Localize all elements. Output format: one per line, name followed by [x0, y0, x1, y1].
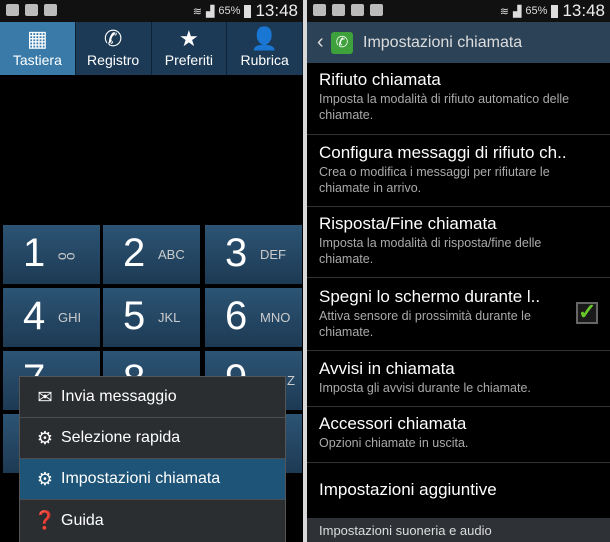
status-bar: ≋ ▟ 65% 13:48 [0, 0, 303, 22]
key-digit: 5 [123, 294, 146, 338]
setting-title: Impostazioni aggiuntive [319, 480, 497, 499]
setting-accessori[interactable]: Accessori chiamata Opzioni chiamate in us… [307, 408, 610, 463]
action-bar: ‹ ✆ Impostazioni chiamata [307, 22, 610, 63]
task-notification-icon [370, 4, 383, 16]
key-1[interactable]: 1 ᴑᴑ [3, 225, 100, 284]
tab-label: Rubrica [240, 52, 289, 68]
key-letters: JKL [158, 310, 181, 325]
key-digit: 2 [123, 231, 146, 275]
setting-subtitle: Attiva sensore di prossimità durante le … [319, 309, 531, 339]
flipboard-notification-icon [351, 4, 364, 16]
battery-icon [244, 4, 252, 18]
setting-subtitle: Crea o modifica i messaggi per rifiutare… [319, 165, 550, 195]
setting-title: Configura messaggi di rifiuto ch.. [319, 143, 567, 162]
contact-icon: 👤 [250, 26, 279, 51]
setting-subtitle: Imposta gli avvisi durante le chiamate. [319, 381, 531, 395]
menu-label: Guida [61, 511, 104, 529]
tab-registro[interactable]: ✆ Registro [76, 22, 152, 75]
call-settings-screen: ≋ ▟ 65% 13:48 ‹ ✆ Impostazioni chiamata Rif… [307, 0, 610, 542]
status-bar: ≋ ▟ 65% 13:48 [307, 0, 610, 22]
setting-title: Spegni lo schermo durante l.. [319, 287, 541, 306]
menu-item-guida[interactable]: ❓ Guida [20, 500, 285, 541]
clock: 13:48 [255, 1, 298, 20]
setting-title: Rifiuto chiamata [319, 70, 441, 89]
tab-label: Registro [87, 52, 140, 68]
proximity-checkbox[interactable]: ✓ [576, 301, 598, 324]
setting-title: Accessori chiamata [319, 414, 467, 433]
task-notification-icon [44, 4, 57, 16]
setting-rifiuto-chiamata[interactable]: Rifiuto chiamata Imposta la modalità di r… [307, 63, 610, 135]
menu-item-invia-messaggio[interactable]: ✉ Invia messaggio [20, 377, 285, 418]
setting-avvisi[interactable]: Avvisi in chiamata Imposta gli avvisi dur… [307, 352, 610, 407]
voicemail-icon: ᴑᴑ [58, 247, 76, 263]
menu-label: Invia messaggio [61, 388, 177, 405]
wifi-icon: ≋ [192, 5, 202, 18]
battery-percent: 65% [218, 5, 241, 17]
options-menu: ✉ Invia messaggio ⚙ Selezione rapida ⚙ Impo… [19, 376, 286, 542]
key-2[interactable]: 2 ABC [103, 225, 200, 284]
help-icon: ❓ [33, 510, 57, 530]
youtube-notification-icon [313, 4, 326, 16]
key-6[interactable]: 6 MNO [205, 288, 302, 347]
key-letters: MNO [260, 310, 291, 325]
signal-icon: ▟ [205, 5, 215, 18]
setting-spegni-schermo[interactable]: Spegni lo schermo durante l.. Attiva sens… [307, 280, 610, 351]
key-4[interactable]: 4 GHI [3, 288, 100, 347]
menu-item-impostazioni-chiamata[interactable]: ⚙ Impostazioni chiamata [20, 459, 285, 500]
call-log-icon: ✆ [103, 26, 123, 51]
menu-item-selezione-rapida[interactable]: ⚙ Selezione rapida [20, 418, 285, 459]
battery-percent: 65% [525, 5, 548, 17]
key-letters: GHI [58, 310, 82, 325]
dialer-screen: ≋ ▟ 65% 13:48 ▦ Tastiera ✆ Registro ★ Preferit… [0, 0, 303, 542]
star-icon: ★ [179, 26, 199, 51]
gallery-notification-icon [332, 4, 345, 16]
key-5[interactable]: 5 JKL [103, 288, 200, 347]
clock: 13:48 [562, 1, 605, 20]
key-digit: 3 [225, 231, 248, 275]
key-letters: DEF [260, 247, 286, 262]
key-digit: 6 [225, 294, 248, 338]
setting-title: Risposta/Fine chiamata [319, 214, 497, 233]
page-title: Impostazioni chiamata [363, 33, 523, 51]
setting-subtitle: Imposta la modalità di risposta/fine del… [319, 236, 542, 266]
battery-icon [551, 4, 559, 18]
speed-dial-icon: ⚙ [36, 427, 54, 448]
tab-label: Tastiera [12, 52, 62, 68]
flipboard-notification-icon [25, 4, 38, 16]
setting-title: Avvisi in chiamata [319, 359, 455, 378]
youtube-notification-icon [6, 4, 19, 16]
back-icon[interactable]: ‹ [317, 31, 331, 54]
key-letters: ABC [158, 247, 185, 262]
menu-label: Impostazioni chiamata [61, 470, 221, 487]
phone-app-icon: ✆ [331, 31, 353, 54]
key-3[interactable]: 3 DEF [205, 225, 302, 284]
send-message-icon: ✉ [37, 386, 53, 407]
tab-rubrica[interactable]: 👤 Rubrica [227, 22, 303, 75]
section-header: Impostazioni suoneria e audio [307, 518, 610, 542]
keypad-icon: ▦ [26, 26, 48, 51]
tab-label: Preferiti [164, 52, 213, 68]
gear-icon: ⚙ [36, 468, 54, 489]
dialer-tabs: ▦ Tastiera ✆ Registro ★ Preferiti 👤 Rubrica [0, 22, 303, 75]
tab-tastiera[interactable]: ▦ Tastiera [0, 22, 76, 75]
signal-icon: ▟ [512, 5, 522, 18]
setting-impostazioni-aggiuntive[interactable]: Impostazioni aggiuntive [307, 464, 610, 518]
setting-subtitle: Opzioni chiamate in uscita. [319, 436, 469, 450]
setting-configura-messaggi[interactable]: Configura messaggi di rifiuto ch.. Crea o… [307, 137, 610, 207]
menu-label: Selezione rapida [61, 429, 181, 446]
key-digit: 4 [23, 294, 46, 338]
setting-subtitle: Imposta la modalità di rifiuto automatic… [319, 92, 570, 122]
tab-preferiti[interactable]: ★ Preferiti [152, 22, 228, 75]
setting-risposta-fine[interactable]: Risposta/Fine chiamata Imposta la modalit… [307, 208, 610, 278]
wifi-icon: ≋ [499, 5, 509, 18]
key-digit: 1 [23, 231, 46, 275]
key-letters: Z [287, 373, 295, 388]
